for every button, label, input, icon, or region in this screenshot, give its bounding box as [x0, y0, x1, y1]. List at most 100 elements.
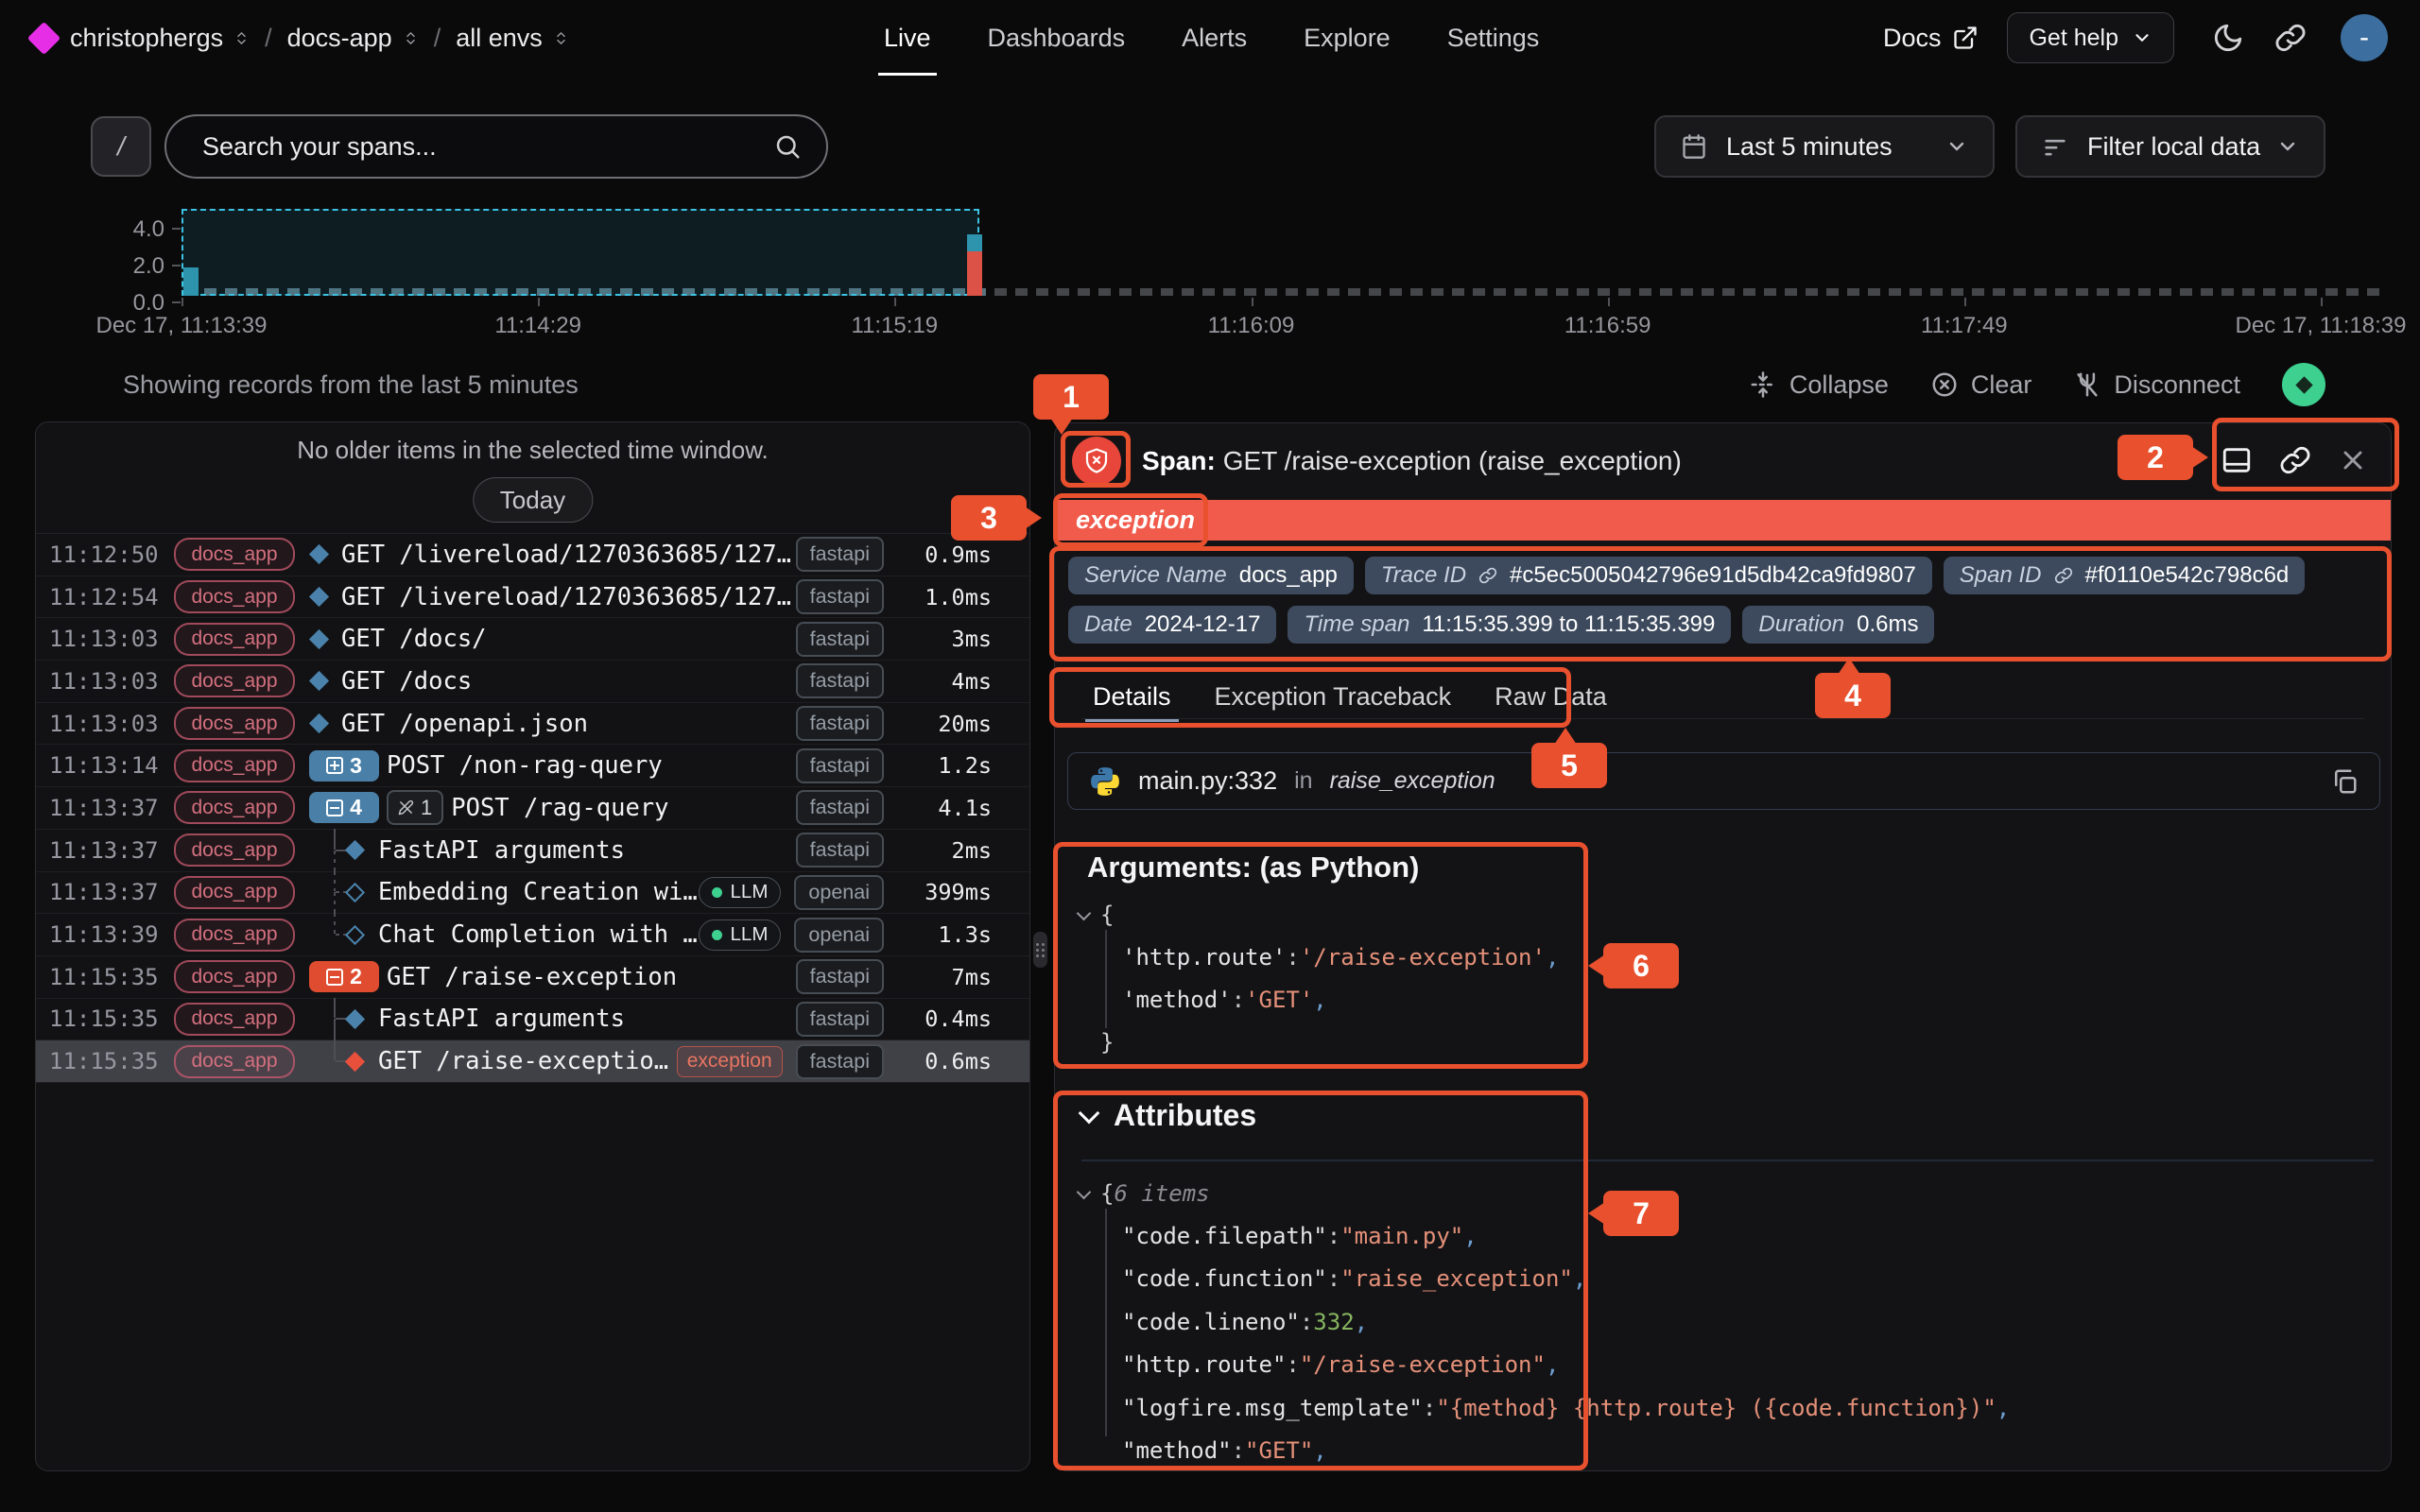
span-row[interactable]: 11:13:37docs_appEmbedding Creation wit…L… — [36, 872, 1029, 915]
search-input[interactable] — [200, 131, 758, 163]
copy-link-icon[interactable] — [2279, 444, 2311, 476]
code-line: { 6 items — [1055, 1172, 2372, 1214]
dark-mode-moon-icon[interactable] — [2212, 22, 2244, 54]
x-axis-tick-mark — [1608, 298, 1610, 306]
collapse-button[interactable]: Collapse — [1749, 370, 1889, 400]
span-row[interactable]: 11:12:50docs_appGET /livereload/12703636… — [36, 534, 1029, 576]
breadcrumb-label: all envs — [456, 24, 543, 53]
tab-live[interactable]: Live — [884, 24, 931, 53]
span-title: GET /docs/ — [341, 625, 796, 653]
get-help-button[interactable]: Get help — [2007, 12, 2174, 63]
detail-tab-details[interactable]: Details — [1093, 682, 1171, 712]
breadcrumb-label: docs-app — [287, 24, 392, 53]
service-badge[interactable]: docs_app — [174, 1045, 295, 1078]
span-kind-diamond-icon — [345, 1009, 365, 1029]
tabs-divider — [1081, 718, 2364, 719]
breadcrumb-item-all-envs[interactable]: all envs — [456, 24, 569, 53]
tab-settings[interactable]: Settings — [1447, 24, 1540, 53]
link-icon[interactable] — [2054, 566, 2073, 585]
service-badge[interactable]: docs_app — [174, 876, 295, 909]
expand-collapse-badge[interactable]: 3 — [309, 750, 379, 782]
span-row[interactable]: 11:13:37docs_appFastAPI argumentsfastapi… — [36, 830, 1029, 872]
detail-tab-exception-traceback[interactable]: Exception Traceback — [1215, 682, 1452, 712]
service-badge[interactable]: docs_app — [174, 538, 295, 571]
service-badge[interactable]: docs_app — [174, 791, 295, 824]
histogram-bucket-mark — [1681, 288, 1693, 296]
x-axis-tick-label: 11:17:49 — [1823, 313, 2106, 339]
service-badge[interactable]: docs_app — [174, 707, 295, 740]
time-range-button[interactable]: Last 5 minutes — [1654, 115, 1995, 178]
service-badge[interactable]: docs_app — [174, 623, 295, 656]
tab-alerts[interactable]: Alerts — [1182, 24, 1247, 53]
filter-local-data-button[interactable]: Filter local data — [2015, 115, 2325, 178]
histogram-bucket-mark — [1535, 288, 1547, 296]
histogram-bucket-mark — [1390, 288, 1402, 296]
span-row[interactable]: 11:13:14docs_app3POST /non-rag-queryfast… — [36, 745, 1029, 787]
service-badge[interactable]: docs_app — [174, 833, 295, 867]
span-row[interactable]: 11:13:37docs_app41POST /rag-queryfastapi… — [36, 787, 1029, 830]
docs-link[interactable]: Docs — [1883, 24, 1979, 53]
service-badge[interactable]: docs_app — [174, 664, 295, 697]
service-badge[interactable]: docs_app — [174, 919, 295, 952]
search-icon — [773, 132, 802, 161]
exception-banner: exception — [1055, 500, 2391, 541]
service-badge[interactable]: docs_app — [174, 749, 295, 782]
span-row[interactable]: 11:13:03docs_appGET /openapi.jsonfastapi… — [36, 703, 1029, 746]
today-button[interactable]: Today — [473, 477, 593, 523]
disconnect-button[interactable]: Disconnect — [2073, 370, 2240, 400]
tab-dashboards[interactable]: Dashboards — [988, 24, 1126, 53]
expand-collapse-badge[interactable]: 2 — [309, 961, 379, 992]
x-axis-tick-label: 11:15:19 — [752, 313, 1036, 339]
histogram-bucket-mark — [2305, 288, 2317, 296]
span-meta-row-2: Date2024-12-17Time span11:15:35.399 to 1… — [1068, 606, 1934, 644]
breadcrumb-item-docs-app[interactable]: docs-app — [287, 24, 419, 53]
meta-pill-value: 11:15:35.399 to 11:15:35.399 — [1422, 611, 1715, 638]
collapse-label: Collapse — [1789, 370, 1889, 400]
share-link-icon[interactable] — [2274, 22, 2307, 54]
span-row[interactable]: 11:15:35docs_appFastAPI argumentsfastapi… — [36, 999, 1029, 1041]
pencil-off-icon — [398, 799, 414, 816]
attributes-heading[interactable]: Attributes — [1081, 1098, 1256, 1133]
panel-resize-handle[interactable] — [1033, 932, 1047, 968]
span-row[interactable]: 11:13:03docs_appGET /docs/fastapi3ms — [36, 618, 1029, 661]
close-icon[interactable] — [2338, 445, 2368, 475]
span-duration: 3ms — [897, 626, 992, 652]
span-title: GET /livereload/1270363685/1270… — [341, 541, 796, 569]
code-line: 'method': 'GET', — [1055, 978, 2372, 1021]
logfire-logo-icon[interactable] — [27, 22, 60, 55]
disconnect-label: Disconnect — [2114, 370, 2240, 400]
x-axis-tick-label: Dec 17, 11:13:39 — [40, 313, 323, 339]
span-row[interactable]: 11:13:39docs_appChat Completion with '…L… — [36, 914, 1029, 956]
pending-spans-badge[interactable]: 1 — [387, 790, 443, 825]
span-row[interactable]: 11:15:35docs_app2GET /raise-exceptionfas… — [36, 956, 1029, 999]
collapse-chevron-icon[interactable] — [1077, 1184, 1092, 1199]
filter-icon — [2042, 133, 2068, 160]
copy-icon[interactable] — [2330, 767, 2359, 796]
detail-tab-raw-data[interactable]: Raw Data — [1495, 682, 1607, 712]
breadcrumb-item-christophergs[interactable]: christophergs — [70, 24, 250, 53]
span-row[interactable]: 11:15:35docs_appGET /raise-exception …ex… — [36, 1040, 1029, 1083]
avatar[interactable]: - — [2341, 14, 2388, 61]
tab-explore[interactable]: Explore — [1304, 24, 1391, 53]
dock-panel-icon[interactable] — [2221, 444, 2253, 476]
service-badge[interactable]: docs_app — [174, 1003, 295, 1036]
span-row[interactable]: 11:12:54docs_appGET /livereload/12703636… — [36, 576, 1029, 619]
code-line: } — [1055, 1021, 2372, 1063]
span-timestamp: 11:13:03 — [36, 711, 161, 737]
span-row[interactable]: 11:13:03docs_appGET /docsfastapi4ms — [36, 661, 1029, 703]
service-badge[interactable]: docs_app — [174, 580, 295, 613]
connection-status-indicator[interactable] — [2282, 363, 2325, 406]
timeline-selection[interactable] — [182, 209, 979, 296]
span-title: Chat Completion with '… — [378, 920, 699, 949]
x-axis-tick-label: 11:16:09 — [1110, 313, 1393, 339]
collapse-chevron-icon[interactable] — [1077, 905, 1092, 920]
service-badge[interactable]: docs_app — [174, 960, 295, 993]
detail-panel-actions — [2221, 444, 2368, 476]
histogram-bucket-mark — [2055, 288, 2067, 296]
link-icon[interactable] — [1478, 566, 1497, 585]
histogram-bucket-mark — [1930, 288, 1943, 296]
histogram-bucket-mark — [1972, 288, 1984, 296]
expand-collapse-badge[interactable]: 4 — [309, 792, 379, 823]
chevron-down-icon — [1945, 135, 1968, 158]
clear-button[interactable]: Clear — [1930, 370, 2032, 400]
